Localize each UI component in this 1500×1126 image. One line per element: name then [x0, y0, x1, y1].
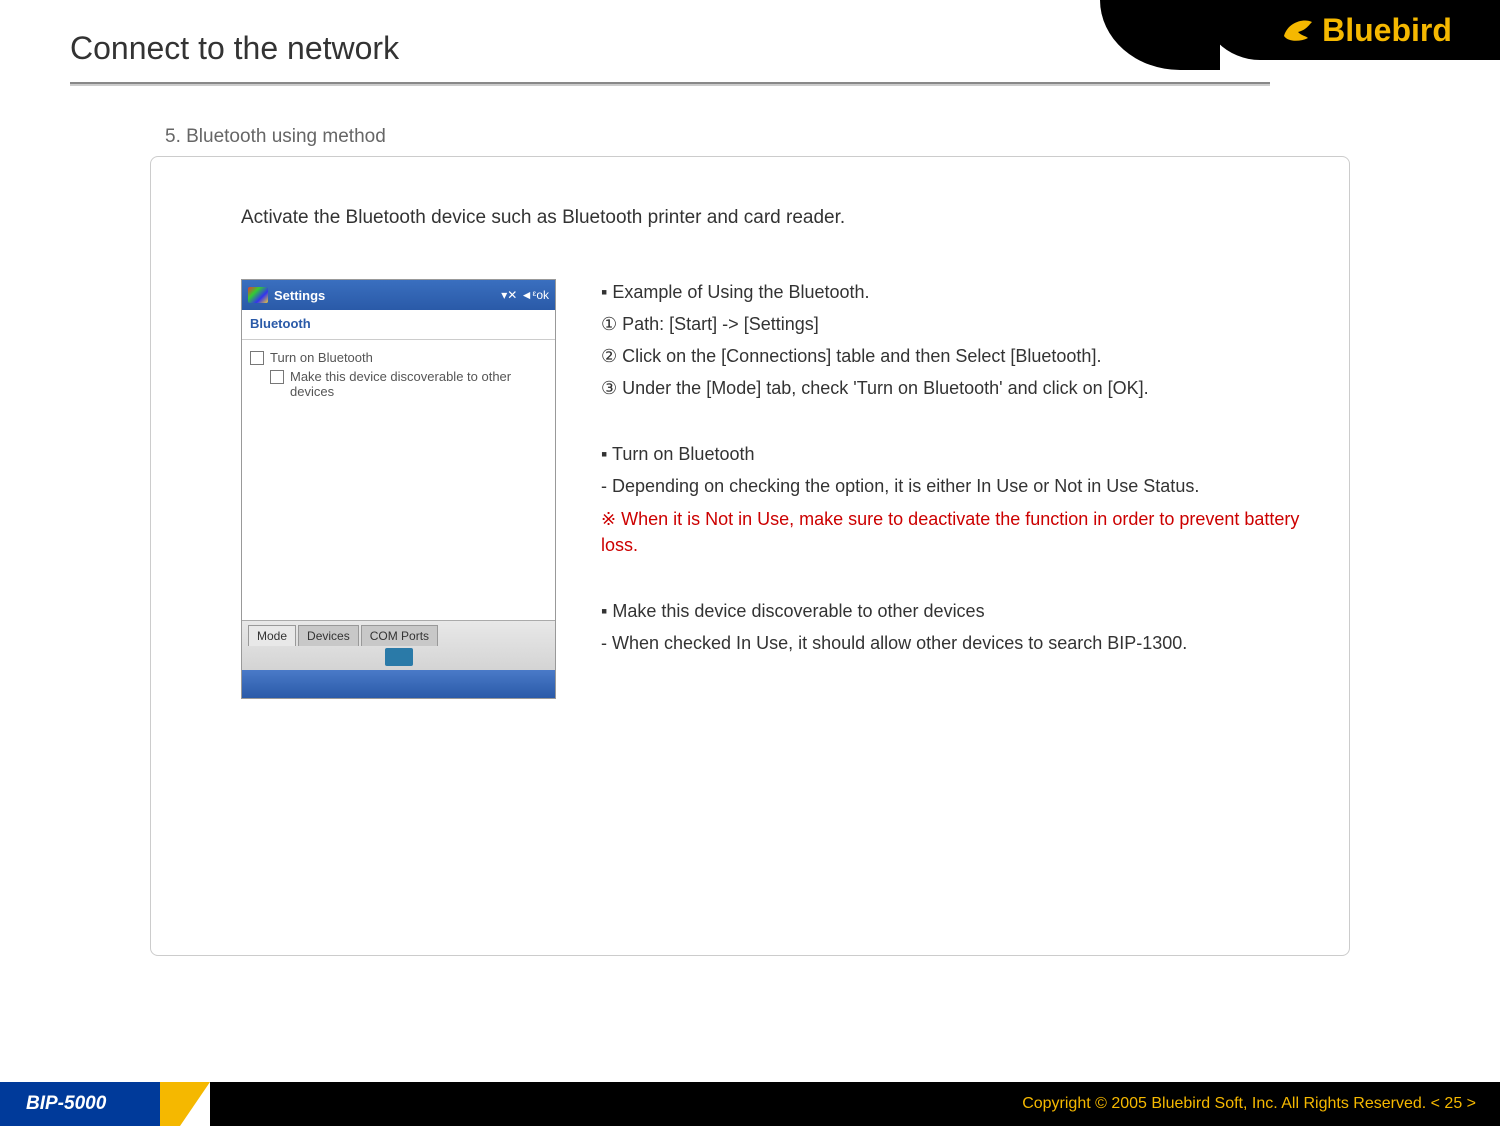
step-1: ① Path: [Start] -> [Settings] [601, 311, 1309, 337]
turn-on-warning: ※ When it is Not in Use, make sure to de… [601, 506, 1309, 558]
step-3: ③ Under the [Mode] tab, check 'Turn on B… [601, 375, 1309, 401]
mock-check-turn-on[interactable]: Turn on Bluetooth [250, 350, 547, 365]
checkbox-icon [250, 351, 264, 365]
mock-tab-comports[interactable]: COM Ports [361, 625, 438, 646]
mock-lower-bar [242, 670, 555, 698]
footer-copyright: Copyright © 2005 Bluebird Soft, Inc. All… [210, 1082, 1500, 1126]
discoverable-heading: ▪ Make this device discoverable to other… [601, 598, 1309, 624]
start-flag-icon [248, 287, 268, 303]
example-heading: ▪ Example of Using the Bluetooth. [601, 279, 1309, 305]
section-heading: 5. Bluetooth using method [165, 126, 1500, 148]
mock-subtitle: Bluetooth [242, 310, 555, 340]
mock-signal-icon: ▾✕ ◄ᵋ [501, 288, 536, 302]
title-underline [70, 82, 1270, 86]
turn-on-heading: ▪ Turn on Bluetooth [601, 441, 1309, 467]
mock-tab-devices[interactable]: Devices [298, 625, 359, 646]
turn-on-line1: - Depending on checking the option, it i… [601, 473, 1309, 499]
mock-check-discoverable[interactable]: Make this device discoverable to other d… [270, 369, 547, 399]
checkbox-icon [270, 370, 284, 384]
step-2: ② Click on the [Connections] table and t… [601, 343, 1309, 369]
mock-tab-bar: Mode Devices COM Ports [242, 620, 555, 670]
brand-text: Bluebird [1322, 12, 1452, 49]
content-panel: Activate the Bluetooth device such as Bl… [150, 156, 1350, 956]
mock-title: Settings [274, 288, 325, 303]
mock-check2-label: Make this device discoverable to other d… [290, 369, 547, 399]
mock-titlebar: Settings ▾✕ ◄ᵋ ok [242, 280, 555, 310]
intro-text: Activate the Bluetooth device such as Bl… [241, 207, 1309, 229]
mock-ok: ok [536, 288, 549, 302]
mock-check1-label: Turn on Bluetooth [270, 350, 373, 365]
keyboard-icon[interactable] [385, 648, 413, 666]
discoverable-line1: - When checked In Use, it should allow o… [601, 630, 1309, 656]
bluebird-icon [1278, 12, 1314, 48]
device-screenshot: Settings ▾✕ ◄ᵋ ok Bluetooth Turn on Blue… [241, 279, 571, 699]
footer-bar: BIP-5000 Copyright © 2005 Bluebird Soft,… [0, 1082, 1500, 1126]
mock-tab-mode[interactable]: Mode [248, 625, 296, 646]
footer-model: BIP-5000 [0, 1082, 160, 1126]
brand-banner: Bluebird [1200, 0, 1500, 60]
footer-sweep [160, 1082, 210, 1126]
